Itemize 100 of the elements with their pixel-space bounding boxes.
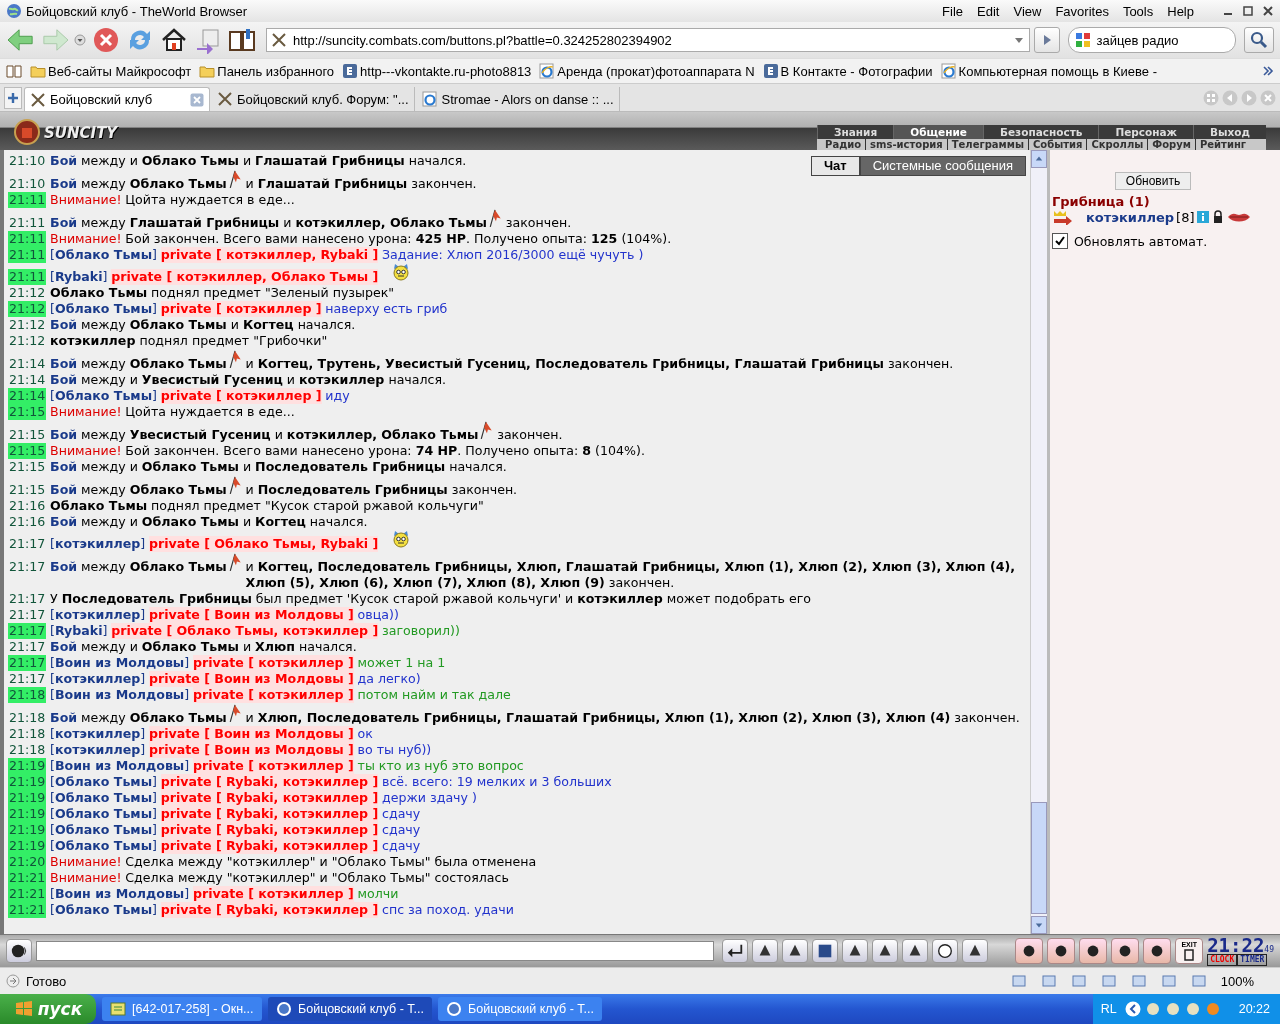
chevron-icon[interactable] (1124, 1001, 1141, 1017)
menu-item[interactable]: Tools (1122, 3, 1154, 19)
menu-item[interactable]: File (942, 3, 964, 19)
toolbar-button[interactable] (752, 939, 778, 963)
browser-tab[interactable]: Бойцовский клуб. Форум: "... (212, 87, 415, 111)
menu-item[interactable]: Edit (977, 3, 1000, 19)
back-arrow-icon[interactable] (6, 27, 36, 53)
zoom-level[interactable]: 100% (1220, 973, 1254, 989)
toolbar-button[interactable] (1047, 938, 1076, 964)
battle-link[interactable]: Бой (50, 459, 78, 475)
sender-name[interactable]: [Воин из Молдовы] (50, 687, 190, 703)
favorite-link[interactable]: Аренда (прокат)фотоаппарата N (539, 63, 755, 79)
browser-tab[interactable]: Stromae - Alors on danse :: ... (416, 87, 620, 111)
menu-item[interactable]: Help (1167, 3, 1194, 19)
search-button[interactable] (1244, 27, 1274, 53)
home-icon[interactable] (160, 26, 188, 54)
info-icon[interactable] (1196, 211, 1209, 223)
taskbar-button[interactable]: [642-017-258] - Окн... (102, 997, 262, 1021)
up-arrow-icon[interactable] (1035, 155, 1043, 163)
address-field[interactable]: http://suncity.combats.com/buttons.pl?battle=0.324252802394902 (266, 28, 1030, 52)
menu-item[interactable]: View (1013, 3, 1042, 19)
start-button[interactable]: пуск (0, 994, 96, 1024)
sender-name[interactable]: [Воин из Молдовы] (50, 655, 190, 671)
sender-name[interactable]: [Облако Тьмы] (50, 247, 157, 263)
battle-link[interactable]: Бой (50, 317, 78, 333)
site-menu-item[interactable]: Общение (893, 125, 983, 139)
sender-name[interactable]: [котэкиллер] (50, 742, 146, 758)
sender-name[interactable]: [Облако Тьмы] (50, 902, 157, 918)
battle-link[interactable]: Бой (50, 356, 78, 372)
maximize-icon[interactable] (1242, 5, 1254, 17)
group-title: Грибница (1) (1052, 194, 1150, 209)
chevron-icon[interactable] (1262, 65, 1274, 77)
browser-tab[interactable]: Бойцовский клуб (24, 87, 210, 111)
sender-name[interactable]: [котэкиллер] (50, 671, 146, 687)
sender-name[interactable]: [Облако Тьмы] (50, 838, 157, 854)
dropdown-icon[interactable] (74, 34, 86, 46)
battle-link[interactable]: Бой (50, 153, 78, 169)
close-icon[interactable] (1262, 5, 1274, 17)
sender-name[interactable]: [Воин из Молдовы] (50, 758, 190, 774)
chat-input[interactable] (36, 941, 714, 961)
enter-button[interactable] (722, 939, 748, 963)
timer-tab[interactable]: TIMER (1237, 954, 1268, 966)
auto-refresh-checkbox[interactable] (1052, 233, 1068, 249)
battle-link[interactable]: Бой (50, 710, 78, 726)
favorite-link[interactable]: В Контакте - Фотографии (762, 63, 933, 79)
toolbar-button[interactable] (1143, 938, 1172, 964)
sender-name[interactable]: [котэкиллер] (50, 726, 146, 742)
sender-name[interactable]: [Облако Тьмы] (50, 806, 157, 822)
site-link[interactable]: Радио (821, 139, 866, 150)
battle-link[interactable]: Бой (50, 427, 78, 443)
toolbar-button[interactable] (782, 939, 808, 963)
battle-link[interactable]: Бой (50, 482, 78, 498)
toolbar-button[interactable] (902, 939, 928, 963)
battle-link[interactable]: Бой (50, 215, 78, 231)
down-arrow-icon[interactable] (1035, 921, 1043, 929)
scrollbar-thumb[interactable] (1031, 802, 1047, 914)
history-icon[interactable] (194, 26, 222, 54)
message-text: Бой закончен. Всего вами нанесено урона: 74 HP. Получено опыта: 8 (104%). (125, 443, 645, 459)
scrollbar[interactable] (1030, 150, 1047, 934)
search-field[interactable]: зайцев радио (1067, 27, 1237, 53)
new-tab-button[interactable] (4, 87, 22, 109)
stop-icon[interactable] (92, 26, 120, 54)
sender-name[interactable]: [котэкиллер] (50, 607, 146, 623)
toolbar-button[interactable] (812, 939, 838, 963)
toolbar-button[interactable] (1079, 938, 1108, 964)
sender-name[interactable]: [Rybaki] (50, 623, 108, 639)
battle-link[interactable]: Бой (50, 176, 78, 192)
battle-link[interactable]: Бой (50, 514, 78, 530)
battle-link[interactable]: Бой (50, 559, 78, 575)
favorite-link[interactable]: Веб-сайты Майкрософт (30, 63, 192, 79)
toolbar-button[interactable] (962, 939, 988, 963)
sender-name[interactable]: [Rybaki] (50, 269, 108, 285)
sender-name[interactable]: [Облако Тьмы] (50, 822, 157, 838)
battle-link[interactable]: Бой (50, 639, 78, 655)
refresh-button[interactable]: Обновить (1114, 172, 1192, 190)
taskbar-button[interactable]: Бойцовский клуб - Т... (438, 997, 602, 1021)
message-text: да легко) (357, 671, 421, 687)
sender-name[interactable]: [Облако Тьмы] (50, 301, 157, 317)
favorite-link[interactable]: Панель избранного (199, 63, 335, 79)
toolbar-button[interactable] (872, 939, 898, 963)
menu-item[interactable]: Favorites (1055, 3, 1109, 19)
battle-link[interactable]: Бой (50, 372, 78, 388)
toolbar-button[interactable] (1111, 938, 1140, 964)
chat-tab[interactable]: Системные сообщения (859, 156, 1026, 176)
toolbar-button[interactable] (842, 939, 868, 963)
sender-name[interactable]: [Облако Тьмы] (50, 790, 157, 806)
taskbar-button[interactable]: Бойцовский клуб - Т... (268, 997, 432, 1021)
sender-name[interactable]: [котэкиллер] (50, 536, 146, 552)
sender-name[interactable]: [Облако Тьмы] (50, 388, 157, 404)
user-name[interactable]: котэкиллер (1086, 209, 1175, 225)
message-text: котэкиллер поднял предмет "Грибочки" (50, 333, 328, 349)
chat-tab[interactable]: Чат (810, 156, 860, 176)
speaker-button[interactable] (6, 939, 32, 963)
toolbar-button[interactable] (932, 939, 958, 963)
favorite-link[interactable]: http---vkontakte.ru-photo8813 (342, 63, 532, 79)
sender-name[interactable]: [Облако Тьмы] (50, 774, 157, 790)
toolbar-button[interactable] (1015, 938, 1044, 964)
favorite-link[interactable]: Компьютерная помощь в Киеве - (940, 63, 1157, 79)
sender-name[interactable]: [Воин из Молдовы] (50, 886, 190, 902)
go-button[interactable] (1033, 27, 1060, 53)
